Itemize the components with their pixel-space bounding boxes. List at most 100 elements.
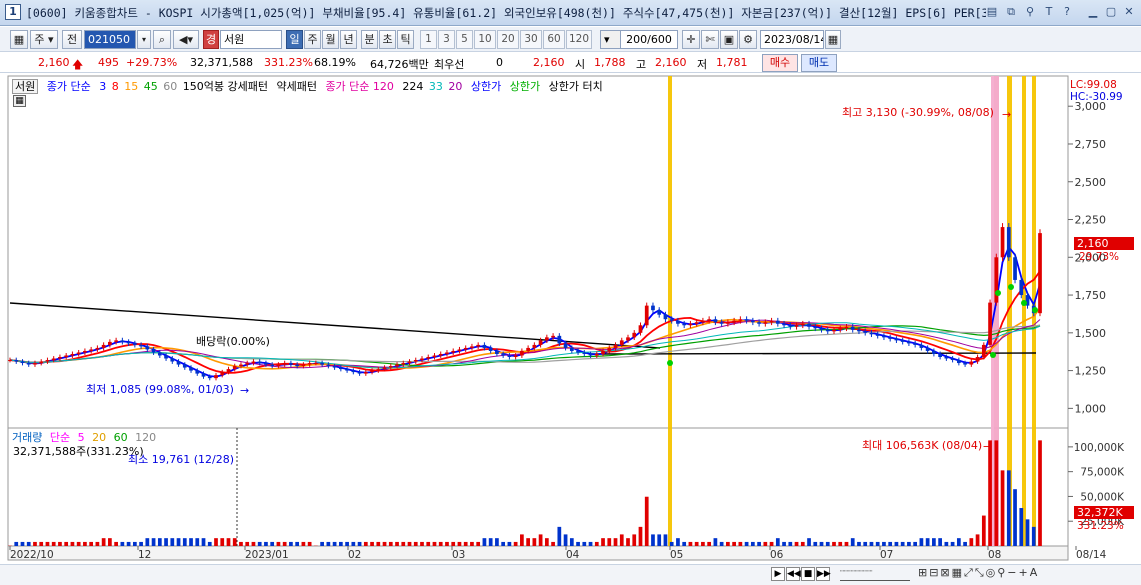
save-icon[interactable]: ▣ <box>720 30 738 49</box>
interval-5[interactable]: 5 <box>456 30 473 49</box>
trade-amount: 64,726백만 <box>370 58 429 71</box>
period-select[interactable]: 주 ▾ <box>30 30 58 49</box>
font-icon[interactable]: T <box>1042 5 1056 19</box>
legend-ma-label[interactable]: 종가 단순 <box>47 80 91 93</box>
stock-name-field[interactable]: 서원 <box>220 30 282 49</box>
zoom-slider[interactable]: ┈┈┈┈┈┈ <box>840 567 910 581</box>
candle-body <box>632 332 637 338</box>
volume-bar <box>370 541 374 546</box>
period-second[interactable]: 초 <box>379 30 396 49</box>
prev-button[interactable]: 전 <box>62 30 82 49</box>
interval-60[interactable]: 60 <box>543 30 565 49</box>
volume-bar <box>214 538 218 546</box>
volume-bar <box>950 541 955 546</box>
candle-body <box>663 314 668 320</box>
volume-bar <box>376 541 381 546</box>
interval-20[interactable]: 20 <box>497 30 519 49</box>
legend-limit-up-2[interactable]: 상한가 <box>510 80 540 93</box>
candle-body <box>239 364 243 367</box>
window-minimize-icon[interactable]: ▁ <box>1086 5 1100 19</box>
tools-icon[interactable]: ✄ <box>701 30 719 49</box>
candle-body <box>975 356 980 362</box>
legend-ma-15[interactable]: 15 <box>124 80 138 93</box>
sound-icon[interactable]: ◀▾ <box>173 30 199 49</box>
volume-bar <box>638 526 643 546</box>
buy-button[interactable]: 매수 <box>762 54 798 72</box>
volume-bar <box>1006 470 1011 546</box>
candle-body <box>145 346 150 350</box>
x-tick-label: 06 <box>770 549 784 561</box>
calendar-icon[interactable]: ▦ <box>825 30 841 49</box>
volume-bar <box>338 541 343 546</box>
period-day[interactable]: 일 <box>286 30 303 49</box>
volume-bar <box>51 541 56 546</box>
candle-body <box>800 323 805 326</box>
stop-icon[interactable]: ■ <box>801 567 815 581</box>
table-icon[interactable]: ▦ <box>13 95 26 107</box>
volume-bar <box>569 538 574 546</box>
candle-body <box>189 367 193 371</box>
legend-ma-8[interactable]: 8 <box>112 80 119 93</box>
volume-bar <box>782 541 786 546</box>
candle-body <box>807 323 811 327</box>
legend-ma-33[interactable]: 33 <box>429 80 443 93</box>
candle-body <box>938 353 942 357</box>
legend-stock-name[interactable]: 서원 <box>12 79 39 94</box>
gear-icon[interactable]: ⚙ <box>739 30 757 49</box>
period-tick[interactable]: 틱 <box>397 30 414 49</box>
interval-3[interactable]: 3 <box>438 30 455 49</box>
price-chart-svg[interactable]: 3,0002,7502,5002,2502,0001,7501,5001,250… <box>0 74 1141 585</box>
volume-bar <box>1038 440 1042 546</box>
legend-strong-pattern[interactable]: 150억봉 강세패턴 <box>183 80 268 93</box>
rewind-icon[interactable]: ◀◀ <box>786 567 801 581</box>
candle-body <box>775 320 780 324</box>
scroll-right-icon[interactable]: ▶ <box>771 567 785 581</box>
legend-ma-20[interactable]: 20 <box>448 80 462 93</box>
pin-icon[interactable]: ⚲ <box>1023 5 1037 19</box>
crosshair-icon[interactable]: ✛ <box>682 30 700 49</box>
candle-body <box>182 364 187 368</box>
period-month[interactable]: 월 <box>322 30 339 49</box>
candle-body <box>769 320 774 323</box>
window-close-icon[interactable]: ✕ <box>1122 5 1136 19</box>
interval-30[interactable]: 30 <box>520 30 542 49</box>
price-change-pct: +29.73% <box>126 56 178 69</box>
volume-bar <box>825 541 830 546</box>
code-dropdown-icon[interactable]: ▾ <box>137 30 151 49</box>
help-icon[interactable]: ? <box>1060 5 1074 19</box>
count-field[interactable]: 200/600 <box>620 30 678 49</box>
volume-bar <box>919 538 924 546</box>
period-year[interactable]: 년 <box>340 30 357 49</box>
chart-area[interactable]: 3,000 2,750 2,500 2,250 2,000 1,750 1,500 1,250… <box>0 74 1141 585</box>
legend-limit-touch[interactable]: 상한가 터치 <box>549 80 603 93</box>
legend-ma-224[interactable]: 224 <box>402 80 423 93</box>
volume-bar <box>326 541 331 546</box>
stock-code-input[interactable]: 021050 <box>84 30 136 49</box>
sell-button[interactable]: 매도 <box>801 54 837 72</box>
interval-1[interactable]: 1 <box>420 30 437 49</box>
volume-bar <box>651 534 655 546</box>
chart-tool-icons[interactable]: ⊞⊟⊠▦⤢⤡◎⚲−+A <box>918 566 1138 582</box>
volume-bar <box>139 541 143 546</box>
candle-body <box>445 352 449 354</box>
search-icon[interactable]: ⌕ <box>153 30 171 49</box>
forward-icon[interactable]: ▶▶ <box>816 567 831 581</box>
legend-limit-up[interactable]: 상한가 <box>471 80 501 93</box>
settings-grid-icon[interactable]: ▦ <box>10 30 28 49</box>
legend-ma-120[interactable]: 종가 단순 120 <box>325 80 393 93</box>
up-arrow-icon: 🡅 <box>72 58 84 71</box>
period-week[interactable]: 주 <box>304 30 321 49</box>
date-field[interactable]: 2023/08/14 <box>760 30 824 49</box>
interval-120[interactable]: 120 <box>566 30 592 49</box>
minimize-panel-icon[interactable]: ▤ <box>985 5 999 19</box>
period-minute[interactable]: 분 <box>361 30 378 49</box>
interval-10[interactable]: 10 <box>474 30 496 49</box>
candle-body <box>95 347 100 350</box>
legend-weak-pattern[interactable]: 약세패턴 <box>276 80 316 93</box>
legend-ma-60[interactable]: 60 <box>163 80 177 93</box>
volume-bar <box>151 538 156 546</box>
restore-icon[interactable]: ⧉ <box>1004 5 1018 19</box>
legend-ma-45[interactable]: 45 <box>144 80 158 93</box>
window-maximize-icon[interactable]: ▢ <box>1104 5 1118 19</box>
legend-ma-3[interactable]: 3 <box>99 80 106 93</box>
